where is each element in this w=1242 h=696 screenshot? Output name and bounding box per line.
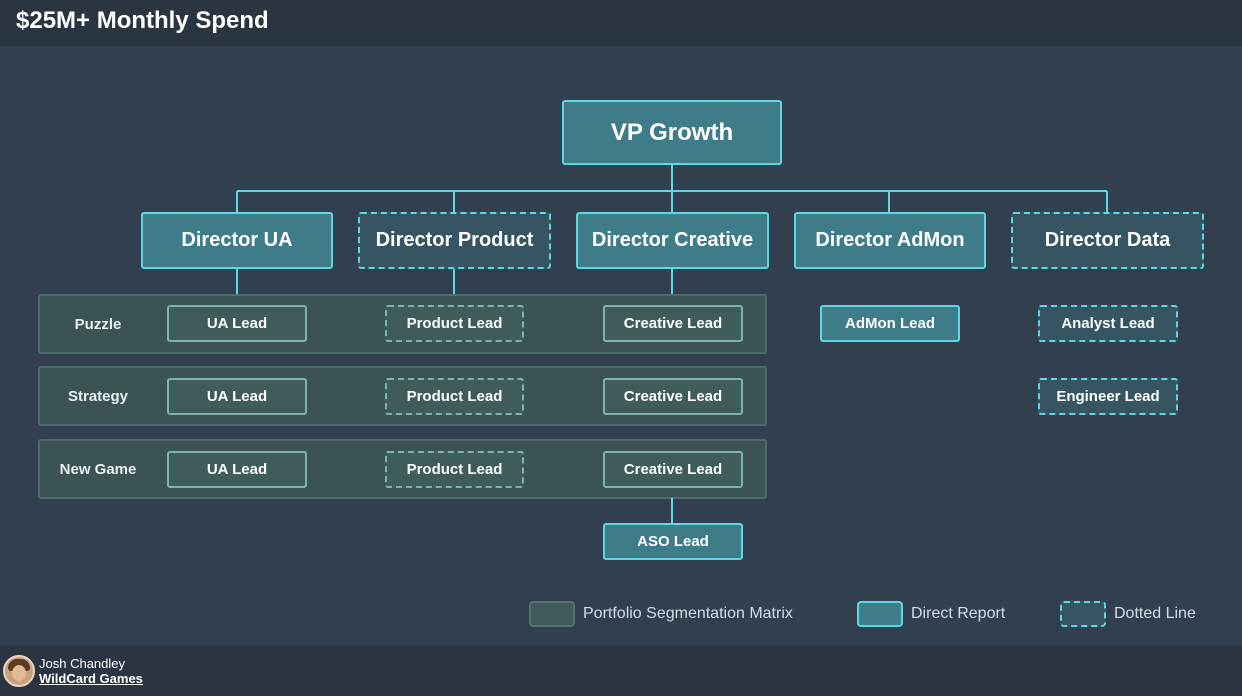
legend-matrix-label: Portfolio Segmentation Matrix [583, 605, 793, 622]
legend-direct-swatch [857, 601, 903, 627]
analyst-lead-box: Analyst Lead [1038, 305, 1178, 342]
legend-dotted-swatch [1060, 601, 1106, 627]
segment-label-puzzle: Puzzle [74, 315, 122, 333]
director-product-box: Director Product [358, 212, 551, 269]
director-ua-box: Director UA [141, 212, 333, 269]
puzzle-ua-lead: UA Lead [167, 305, 307, 342]
company-link[interactable]: WildCard Games [39, 671, 143, 686]
segment-label-strategy: Strategy [67, 387, 129, 405]
new-game-ua-lead: UA Lead [167, 451, 307, 488]
director-data-box: Director Data [1011, 212, 1204, 269]
director-creative-box: Director Creative [576, 212, 769, 269]
admon-lead-box: AdMon Lead [820, 305, 960, 342]
new-game-creative-lead: Creative Lead [603, 451, 743, 488]
legend-dotted-label: Dotted Line [1114, 605, 1196, 622]
presenter-name: Josh Chandley [39, 656, 125, 671]
footer-bar [0, 646, 1242, 696]
puzzle-creative-lead: Creative Lead [603, 305, 743, 342]
director-admon-box: Director AdMon [794, 212, 986, 269]
new-game-product-lead: Product Lead [385, 451, 524, 488]
avatar [3, 655, 35, 687]
legend-matrix-swatch [529, 601, 575, 627]
legend-direct-label: Direct Report [911, 605, 1006, 622]
page-title: $25M+ Monthly Spend [16, 7, 269, 34]
strategy-product-lead: Product Lead [385, 378, 524, 415]
segment-label-new-game: New Game [59, 460, 137, 478]
vp-growth-box: VP Growth [562, 100, 782, 165]
strategy-ua-lead: UA Lead [167, 378, 307, 415]
engineer-lead-box: Engineer Lead [1038, 378, 1178, 415]
aso-lead-box: ASO Lead [603, 523, 743, 560]
puzzle-product-lead: Product Lead [385, 305, 524, 342]
strategy-creative-lead: Creative Lead [603, 378, 743, 415]
